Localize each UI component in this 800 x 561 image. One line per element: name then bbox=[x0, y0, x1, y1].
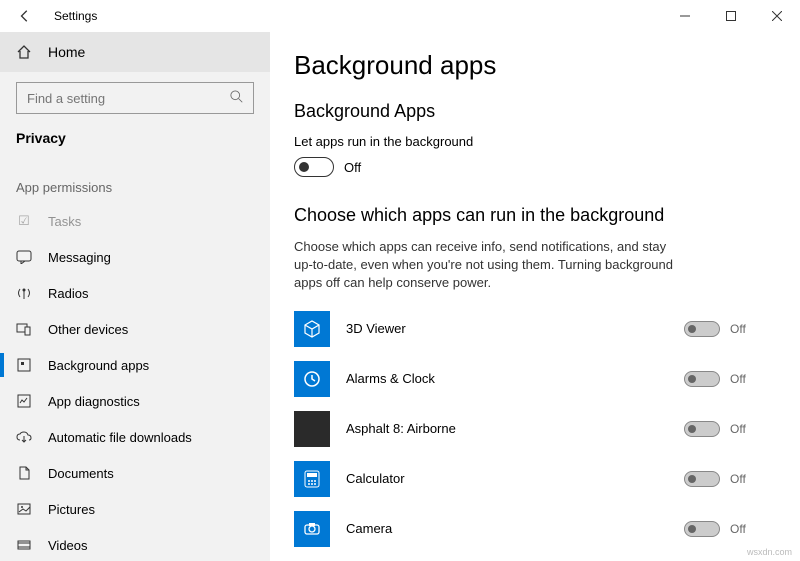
master-toggle-state: Off bbox=[344, 160, 361, 175]
close-icon bbox=[772, 11, 782, 21]
app-toggle[interactable] bbox=[684, 521, 720, 537]
nav-app-diagnostics[interactable]: App diagnostics bbox=[0, 383, 270, 419]
tasks-icon: ☑ bbox=[16, 213, 32, 229]
app-name: Alarms & Clock bbox=[346, 371, 668, 386]
app-row: Camera Off bbox=[294, 511, 754, 547]
minimize-button[interactable] bbox=[662, 0, 708, 32]
app-toggle[interactable] bbox=[684, 371, 720, 387]
content-area: Background apps Background Apps Let apps… bbox=[270, 32, 800, 561]
app-toggle[interactable] bbox=[684, 471, 720, 487]
app-row: 3D Viewer Off bbox=[294, 311, 754, 347]
app-list: 3D Viewer Off Alarms & Clock Off Asphalt… bbox=[294, 311, 776, 561]
nav-other-devices[interactable]: Other devices bbox=[0, 311, 270, 347]
document-icon bbox=[16, 465, 32, 481]
search-input[interactable] bbox=[16, 82, 254, 114]
app-icon bbox=[294, 411, 330, 447]
messaging-icon bbox=[16, 249, 32, 265]
subheading-choose: Choose which apps can run in the backgro… bbox=[294, 205, 776, 226]
home-icon bbox=[16, 44, 32, 60]
minimize-icon bbox=[680, 11, 690, 21]
nav-auto-downloads[interactable]: Automatic file downloads bbox=[0, 419, 270, 455]
app-toggle-state: Off bbox=[730, 372, 754, 386]
maximize-button[interactable] bbox=[708, 0, 754, 32]
nav-list[interactable]: ☑Tasks Messaging Radios Other devices Ba… bbox=[0, 203, 270, 561]
app-icon bbox=[294, 311, 330, 347]
home-nav[interactable]: Home bbox=[0, 32, 270, 72]
background-apps-icon bbox=[16, 357, 32, 373]
nav-radios[interactable]: Radios bbox=[0, 275, 270, 311]
videos-icon bbox=[16, 537, 32, 553]
sidebar: Home Privacy App permissions ☑Tasks Mess… bbox=[0, 32, 270, 561]
nav-tasks[interactable]: ☑Tasks bbox=[0, 203, 270, 239]
radios-icon bbox=[16, 285, 32, 301]
app-toggle[interactable] bbox=[684, 421, 720, 437]
pictures-icon bbox=[16, 501, 32, 517]
master-toggle[interactable] bbox=[294, 157, 334, 177]
app-icon bbox=[294, 461, 330, 497]
page-title: Background apps bbox=[294, 50, 776, 81]
nav-documents[interactable]: Documents bbox=[0, 455, 270, 491]
app-row: Calculator Off bbox=[294, 461, 754, 497]
app-toggle-state: Off bbox=[730, 322, 754, 336]
nav-videos[interactable]: Videos bbox=[0, 527, 270, 561]
window-title: Settings bbox=[54, 9, 97, 23]
app-toggle-state: Off bbox=[730, 522, 754, 536]
app-row: Asphalt 8: Airborne Off bbox=[294, 411, 754, 447]
app-name: Asphalt 8: Airborne bbox=[346, 421, 668, 436]
subheading-master: Background Apps bbox=[294, 101, 776, 122]
section-title: Privacy bbox=[0, 120, 270, 154]
nav-pictures[interactable]: Pictures bbox=[0, 491, 270, 527]
back-button[interactable] bbox=[10, 9, 40, 23]
cloud-download-icon bbox=[16, 429, 32, 445]
app-name: Camera bbox=[346, 521, 668, 536]
app-icon bbox=[294, 361, 330, 397]
home-label: Home bbox=[48, 44, 85, 60]
app-toggle-state: Off bbox=[730, 472, 754, 486]
section-group: App permissions bbox=[0, 154, 270, 203]
devices-icon bbox=[16, 321, 32, 337]
arrow-left-icon bbox=[18, 9, 32, 23]
nav-messaging[interactable]: Messaging bbox=[0, 239, 270, 275]
master-toggle-label: Let apps run in the background bbox=[294, 134, 776, 149]
app-name: 3D Viewer bbox=[346, 321, 668, 336]
app-name: Calculator bbox=[346, 471, 668, 486]
app-row: Alarms & Clock Off bbox=[294, 361, 754, 397]
app-toggle-state: Off bbox=[730, 422, 754, 436]
maximize-icon bbox=[726, 11, 736, 21]
nav-background-apps[interactable]: Background apps bbox=[0, 347, 270, 383]
close-button[interactable] bbox=[754, 0, 800, 32]
watermark: wsxdn.com bbox=[747, 547, 792, 557]
app-icon bbox=[294, 511, 330, 547]
app-toggle[interactable] bbox=[684, 321, 720, 337]
diagnostics-icon bbox=[16, 393, 32, 409]
description: Choose which apps can receive info, send… bbox=[294, 238, 674, 293]
